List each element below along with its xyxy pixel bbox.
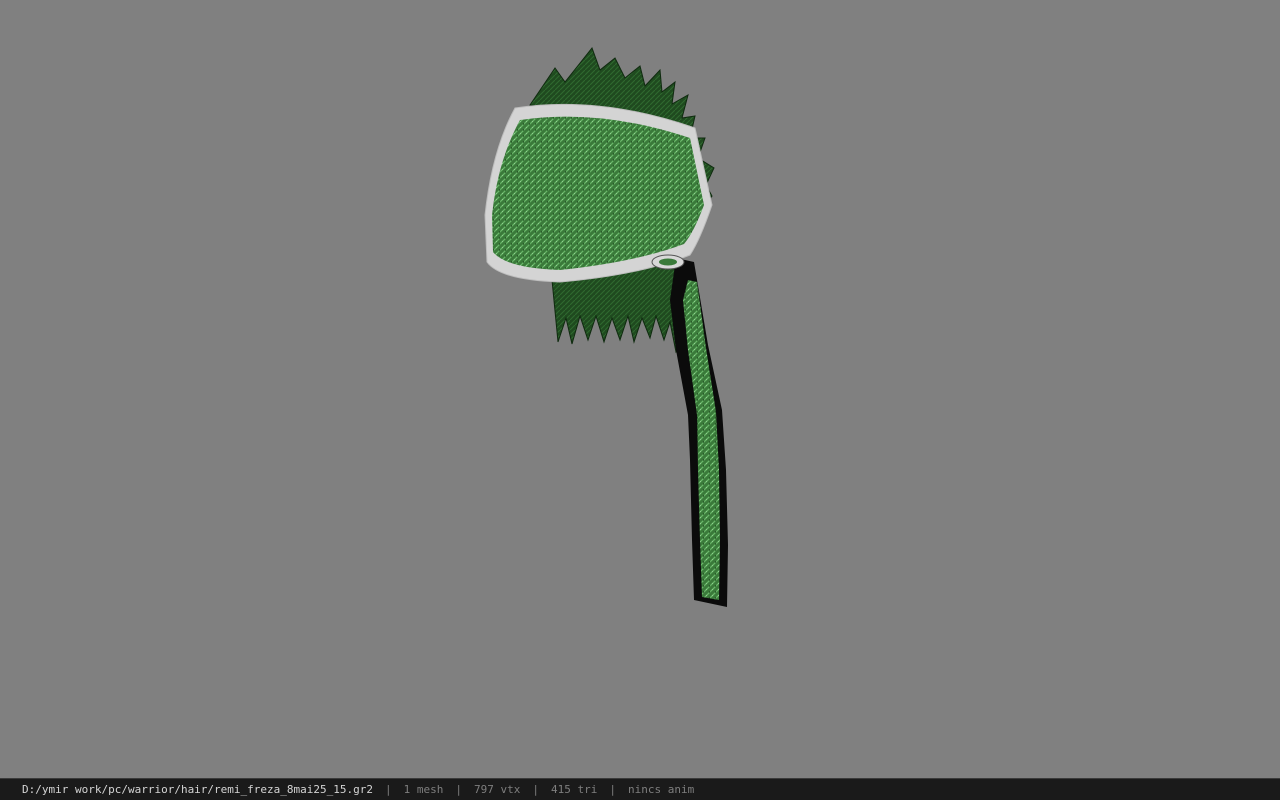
status-separator: | [532,783,539,796]
vertex-count-label: 797 vtx [474,783,521,796]
mesh-count-label: 1 mesh [403,783,444,796]
status-separator: | [609,783,616,796]
hair-model-render[interactable] [0,0,1280,778]
animation-status-label: nincs anim [627,783,695,796]
status-separator: | [455,783,462,796]
file-path-label: D:/ymir work/pc/warrior/hair/remi_freza_… [22,783,373,796]
hair-strand-texture [683,280,720,600]
status-separator: | [385,783,392,796]
hair-cap-texture [492,116,704,270]
3d-viewport[interactable] [0,0,1280,778]
status-bar: D:/ymir work/pc/warrior/hair/remi_freza_… [0,778,1280,800]
triangle-count-label: 415 tri [550,783,598,796]
